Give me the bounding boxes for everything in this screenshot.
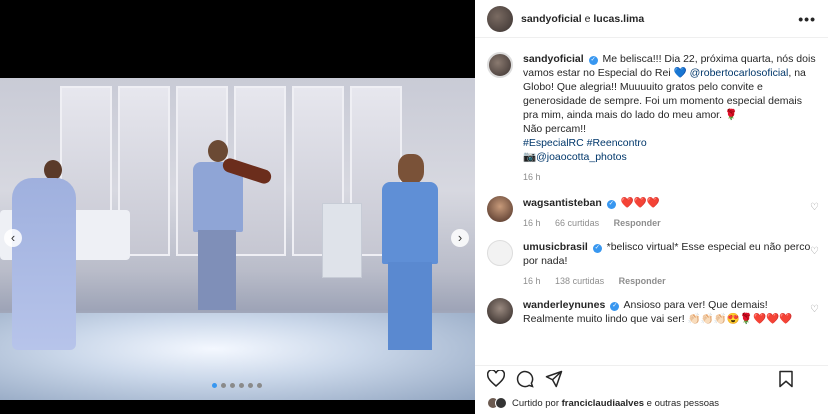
carousel-prev-button[interactable]: ‹	[4, 229, 22, 247]
comment-like-heart-icon[interactable]: ♡	[810, 202, 819, 213]
comment-text: ❤️❤️❤️	[620, 197, 660, 209]
more-options-icon[interactable]: •••	[798, 11, 816, 27]
singer-head	[44, 160, 62, 180]
host-pants	[388, 262, 432, 350]
photo-credit-link[interactable]: @joaocotta_photos	[536, 151, 627, 163]
avatar[interactable]	[487, 196, 513, 222]
comment-row: umusicbrasil ✓ *belisco virtual* Esse es…	[487, 240, 819, 288]
author-link[interactable]: sandyoficial	[521, 13, 582, 25]
host-jacket	[382, 182, 438, 264]
violinist-pants	[198, 230, 236, 310]
comment-likes[interactable]: 138 curtidas	[555, 276, 604, 286]
camera-emoji: 📷	[523, 151, 537, 163]
comment-meta: 16 h 66 curtidas Responder	[523, 216, 819, 230]
liked-by: Curtido por franciclaudiaalves e outras …	[487, 397, 719, 409]
verified-badge-icon: ✓	[592, 244, 602, 253]
avatar[interactable]	[487, 298, 513, 324]
carousel-next-button[interactable]: ›	[451, 229, 469, 247]
liked-by-suffix[interactable]: e outras pessoas	[647, 398, 719, 409]
post-authors: sandyoficial e lucas.lima	[521, 13, 644, 25]
caption-username[interactable]: sandyoficial	[523, 53, 584, 65]
post-photo[interactable]: ‹ ›	[0, 78, 475, 400]
avatar[interactable]	[487, 5, 513, 32]
caption-time[interactable]: 16 h	[523, 172, 541, 182]
post-actions	[475, 365, 828, 389]
reply-button[interactable]: Responder	[619, 276, 666, 286]
comment-row: wagsantisteban ✓ ❤️❤️❤️ 16 h 66 curtidas…	[487, 196, 819, 230]
carousel-dot	[239, 383, 244, 388]
singer-dress	[12, 178, 76, 350]
comment-time[interactable]: 16 h	[523, 276, 541, 286]
comment-likes[interactable]: 66 curtidas	[555, 218, 599, 228]
liked-by-user-link[interactable]: franciclaudiaalves	[562, 398, 644, 409]
comment-username[interactable]: wagsantisteban	[523, 197, 602, 209]
post-header: sandyoficial e lucas.lima •••	[475, 0, 828, 38]
comment-time[interactable]: 16 h	[523, 218, 541, 228]
carousel-dot	[257, 383, 262, 388]
comments-list: sandyoficial ✓ Me belisca!!! Dia 22, pró…	[487, 52, 819, 338]
author-connector: e	[584, 12, 591, 25]
comment-icon[interactable]	[516, 370, 534, 388]
carousel-dot	[230, 383, 235, 388]
bookmark-icon[interactable]	[778, 370, 794, 388]
carousel-indicator	[212, 383, 262, 388]
avatar	[495, 397, 507, 409]
verified-badge-icon: ✓	[588, 56, 598, 65]
share-icon[interactable]	[545, 370, 563, 388]
comment-username[interactable]: wanderleynunes	[523, 299, 605, 311]
carousel-dot	[248, 383, 253, 388]
hashtags-link[interactable]: #EspecialRC #Reencontro	[523, 137, 647, 149]
caption: sandyoficial ✓ Me belisca!!! Dia 22, pró…	[487, 52, 819, 184]
caption-meta: 16 h	[523, 170, 819, 184]
liked-by-prefix: Curtido por	[512, 397, 559, 409]
caption-text-3: Não percam!!	[523, 123, 587, 135]
carousel-dot	[212, 383, 217, 388]
comment-like-heart-icon[interactable]: ♡	[810, 304, 819, 315]
comment-row: wanderleynunes ✓ Ansioso para ver! Que d…	[487, 298, 819, 326]
post-side-panel: sandyoficial e lucas.lima ••• sandyofici…	[475, 0, 828, 414]
instagram-post: ‹ › sandyoficial e lucas.lima ••• sandyo…	[0, 0, 828, 414]
comment-username[interactable]: umusicbrasil	[523, 241, 588, 253]
carousel-dot	[221, 383, 226, 388]
heart-icon[interactable]	[487, 370, 505, 387]
avatar[interactable]	[487, 240, 513, 266]
post-media: ‹ ›	[0, 0, 475, 414]
reply-button[interactable]: Responder	[614, 218, 661, 228]
avatar[interactable]	[487, 52, 513, 78]
comment-meta: 16 h 138 curtidas Responder	[523, 274, 819, 288]
mention-link[interactable]: @robertocarlosoficial	[690, 67, 789, 79]
verified-badge-icon: ✓	[610, 302, 620, 311]
coauthor-link[interactable]: lucas.lima	[593, 13, 644, 25]
verified-badge-icon: ✓	[606, 200, 616, 209]
comment-like-heart-icon[interactable]: ♡	[810, 246, 819, 257]
host-head	[398, 154, 424, 184]
podium	[322, 203, 362, 278]
